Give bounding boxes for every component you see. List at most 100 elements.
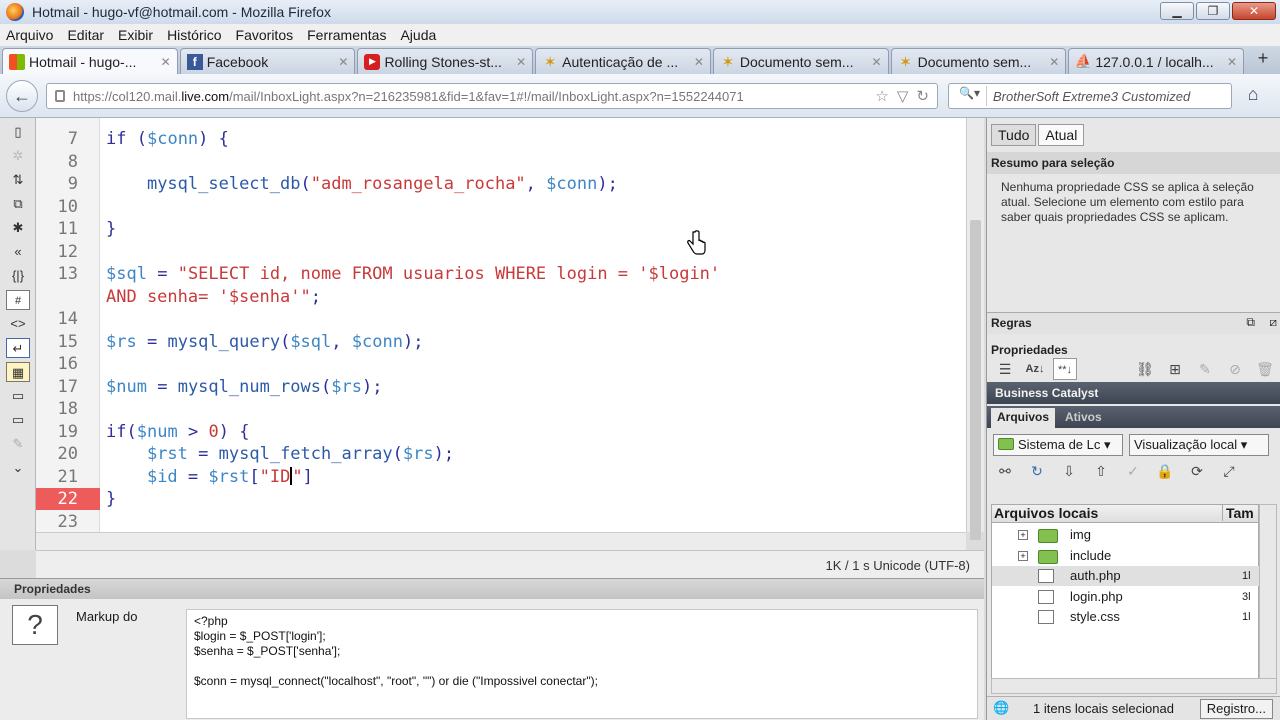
show-info-icon[interactable]: ⧄: [1269, 315, 1277, 330]
more-tools-icon[interactable]: ⌄: [6, 458, 30, 478]
tab-close-icon[interactable]: ✕: [1227, 55, 1237, 69]
line-number[interactable]: 18: [36, 398, 100, 420]
disable-property-icon[interactable]: ⊘: [1223, 358, 1247, 380]
files-horizontal-scrollbar[interactable]: [991, 678, 1277, 694]
line-number[interactable]: 21: [36, 466, 100, 488]
col-size[interactable]: Tam: [1222, 505, 1260, 521]
business-catalyst-bar[interactable]: Business Catalyst: [987, 382, 1280, 404]
search-bar[interactable]: 🔍▾ BrotherSoft Extreme3 Customized: [948, 83, 1232, 109]
properties-header[interactable]: Propriedades: [0, 579, 984, 599]
scrollbar-thumb[interactable]: [970, 220, 981, 540]
bookmark-star-icon[interactable]: ☆: [875, 87, 888, 105]
menu-ajuda[interactable]: Ajuda: [400, 27, 436, 43]
expand-icon[interactable]: +: [1018, 550, 1028, 561]
category-view-icon[interactable]: ☰: [993, 358, 1017, 380]
line-number[interactable]: 14: [36, 308, 100, 330]
apply-comment-icon[interactable]: ▭: [6, 386, 30, 406]
new-tab-button[interactable]: +: [1246, 48, 1280, 74]
tab-close-icon[interactable]: ✕: [1049, 55, 1059, 69]
select-parent-tag-icon[interactable]: «: [6, 242, 30, 262]
search-engine-selector[interactable]: 🔍▾: [953, 86, 987, 106]
menu-editar[interactable]: Editar: [67, 27, 104, 43]
tab-atual[interactable]: Atual: [1038, 124, 1085, 146]
tab-arquivos[interactable]: Arquivos: [991, 408, 1056, 428]
synchronize-icon[interactable]: ⟳: [1185, 460, 1209, 482]
reload-icon[interactable]: ↻: [916, 87, 929, 105]
line-number[interactable]: 13: [36, 263, 100, 285]
line-number[interactable]: 11: [36, 218, 100, 240]
expand-panel-icon[interactable]: ⤢: [1217, 460, 1241, 482]
line-numbers-icon[interactable]: #: [6, 290, 30, 310]
code-line[interactable]: if($num > 0) {: [106, 421, 249, 443]
code-vertical-scrollbar[interactable]: [966, 118, 984, 540]
new-css-rule-icon[interactable]: ⊞: [1163, 358, 1187, 380]
code-line[interactable]: $rs = mysql_query($sql, $conn);: [106, 331, 423, 353]
tab-localhost[interactable]: ⛵ 127.0.0.1 / localh... ✕: [1068, 48, 1245, 74]
expand-icon[interactable]: +: [1018, 530, 1028, 540]
file-row-login-php[interactable]: login.php 3l: [992, 587, 1260, 607]
code-line[interactable]: AND senha= '$senha'";: [106, 286, 321, 308]
line-number[interactable]: 16: [36, 353, 100, 375]
site-select-dropdown[interactable]: Sistema de Lc ▾: [993, 434, 1123, 456]
code-editor[interactable]: if ($conn) { mysql_select_db("adm_rosang…: [100, 118, 966, 550]
close-window-button[interactable]: ✕: [1232, 2, 1276, 20]
alpha-sort-icon[interactable]: Az↓: [1023, 358, 1047, 380]
show-cascade-icon[interactable]: ⧉: [1246, 315, 1255, 330]
help-question-icon[interactable]: ?: [12, 605, 58, 645]
line-number[interactable]: 9: [36, 173, 100, 195]
menu-exibir[interactable]: Exibir: [118, 27, 153, 43]
code-line[interactable]: if ($conn) {: [106, 128, 229, 150]
line-number[interactable]: 20: [36, 443, 100, 465]
line-number[interactable]: 15: [36, 331, 100, 353]
word-wrap-icon[interactable]: ↵: [6, 338, 30, 358]
menu-ferramentas[interactable]: Ferramentas: [307, 27, 386, 43]
code-line[interactable]: $sql = "SELECT id, nome FROM usuarios WH…: [106, 263, 720, 285]
edit-rule-icon[interactable]: ✎: [1193, 358, 1217, 380]
line-number[interactable]: 7: [36, 128, 100, 150]
url-bar[interactable]: https://col120.mail. live.com/mail/InboxL…: [46, 83, 938, 109]
tab-facebook[interactable]: f Facebook ✕: [179, 48, 356, 74]
code-line[interactable]: $rst = mysql_fetch_array($rs);: [106, 443, 454, 465]
remove-comment-icon[interactable]: ▭: [6, 410, 30, 430]
back-button[interactable]: ←: [6, 80, 38, 112]
tab-close-icon[interactable]: ✕: [338, 55, 348, 69]
rules-bar[interactable]: Regras ⧉ ⧄: [987, 312, 1280, 334]
dropdown-arrow-icon[interactable]: ▽: [897, 87, 909, 105]
syntax-coloring-icon[interactable]: ▦: [6, 362, 30, 382]
menu-arquivo[interactable]: Arquivo: [6, 27, 53, 43]
tab-autenticacao[interactable]: ✶ Autenticação de ... ✕: [535, 48, 711, 74]
tab-ativos[interactable]: Ativos: [1055, 408, 1112, 428]
balance-braces-icon[interactable]: {|}: [6, 266, 30, 286]
connect-icon[interactable]: ⚯: [993, 460, 1017, 482]
show-code-navigator-icon[interactable]: ✲: [6, 146, 30, 166]
maximize-button[interactable]: ❐: [1196, 2, 1230, 20]
delete-rule-icon[interactable]: 🗑: [1253, 358, 1277, 380]
menu-historico[interactable]: Histórico: [167, 27, 221, 43]
wrap-tag-icon[interactable]: ✎: [6, 434, 30, 454]
check-out-icon[interactable]: ✓: [1121, 460, 1145, 482]
line-number[interactable]: 12: [36, 241, 100, 263]
line-number[interactable]: 23: [36, 511, 100, 533]
file-row-auth-php[interactable]: auth.php 1l: [992, 566, 1260, 586]
collapse-selection-icon[interactable]: ⧉: [6, 194, 30, 214]
files-vertical-scrollbar[interactable]: [1259, 504, 1277, 680]
view-select-dropdown[interactable]: Visualização local ▾: [1129, 434, 1269, 456]
highlight-invalid-code-icon[interactable]: <>: [6, 314, 30, 334]
tab-close-icon[interactable]: ✕: [161, 55, 171, 69]
code-line[interactable]: $num = mysql_num_rows($rs);: [106, 376, 382, 398]
collapse-full-tag-icon[interactable]: ⇅: [6, 170, 30, 190]
minimize-button[interactable]: ▁: [1160, 2, 1194, 20]
col-local-files[interactable]: Arquivos locais: [994, 505, 1098, 521]
line-number[interactable]: 17: [36, 376, 100, 398]
set-properties-icon[interactable]: **↓: [1053, 358, 1077, 380]
line-number[interactable]: 19: [36, 421, 100, 443]
refresh-icon[interactable]: ↻: [1025, 460, 1049, 482]
expand-all-icon[interactable]: ✱: [6, 218, 30, 238]
tab-documento-2[interactable]: ✶ Documento sem... ✕: [890, 48, 1067, 74]
tab-tudo[interactable]: Tudo: [991, 124, 1037, 146]
menu-favoritos[interactable]: Favoritos: [236, 27, 294, 43]
file-row-style-css[interactable]: style.css 1l: [992, 607, 1260, 627]
log-button[interactable]: Registro...: [1199, 699, 1273, 719]
tab-close-icon[interactable]: ✕: [694, 55, 704, 69]
file-row-include[interactable]: + include: [992, 546, 1260, 566]
